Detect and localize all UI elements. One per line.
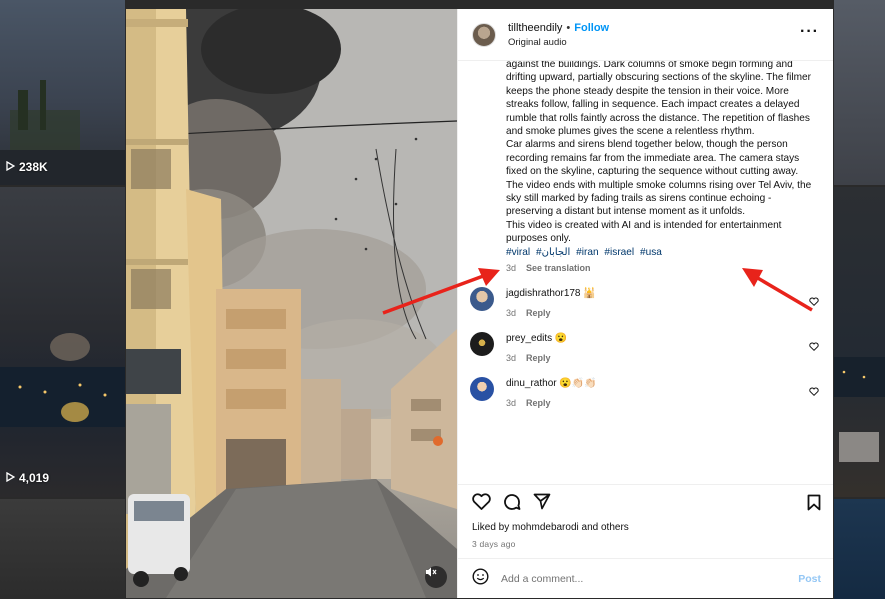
- post-date: 3 days ago: [472, 539, 516, 549]
- feed-thumbnail[interactable]: 4,019: [0, 187, 125, 497]
- comment-username[interactable]: prey_edits 😮: [506, 333, 567, 344]
- avatar[interactable]: [470, 331, 494, 356]
- like-heart-icon[interactable]: [472, 493, 491, 515]
- bookmark-icon[interactable]: [807, 494, 821, 516]
- comment-username[interactable]: jagdishrathor178 🕌: [506, 288, 596, 299]
- comment-item: jagdishrathor178 🕌 3d Reply: [470, 286, 819, 318]
- hashtag-link[interactable]: #iran: [576, 247, 598, 258]
- post-caption: against the buildings. Dark columns of s…: [506, 61, 819, 246]
- post-details-panel: tilltheendily • Follow Original audio ··…: [457, 9, 833, 598]
- hashtag-link[interactable]: #الجابان: [536, 247, 570, 258]
- feed-thumbnail[interactable]: [0, 499, 125, 599]
- comment-input[interactable]: [501, 572, 799, 585]
- view-count: 4,019: [6, 471, 49, 485]
- feed-thumbnail[interactable]: 238K: [0, 0, 125, 185]
- hashtag-link[interactable]: #israel: [604, 247, 634, 258]
- post-comment-button[interactable]: Post: [798, 573, 821, 585]
- add-comment-bar: Post: [458, 558, 833, 598]
- liked-by: Liked by mohmdebarodi and others: [472, 522, 819, 533]
- emoji-icon[interactable]: [472, 567, 489, 590]
- see-translation-link[interactable]: See translation: [526, 263, 591, 273]
- view-count-value: 4,019: [19, 471, 50, 485]
- mute-toggle[interactable]: [425, 566, 447, 588]
- liked-by-suffix: and others: [578, 522, 629, 533]
- liked-by-prefix: Liked by: [472, 522, 513, 533]
- comment-username[interactable]: dinu_rathor 😮👏🏻👏🏻: [506, 378, 597, 389]
- comments-scroll-area[interactable]: against the buildings. Dark columns of s…: [458, 61, 833, 484]
- feed-thumbnail[interactable]: [834, 0, 885, 185]
- audio-link[interactable]: Original audio: [508, 37, 609, 48]
- heart-icon[interactable]: [809, 383, 819, 401]
- share-send-icon[interactable]: [533, 493, 551, 515]
- caption-age: 3d: [506, 262, 517, 273]
- reply-button[interactable]: Reply: [526, 398, 551, 408]
- post-modal: tilltheendily • Follow Original audio ··…: [126, 9, 833, 598]
- avatar[interactable]: [472, 22, 496, 47]
- hashtag-link[interactable]: #viral: [506, 247, 530, 258]
- post-header: tilltheendily • Follow Original audio ··…: [458, 9, 833, 61]
- comment-item: dinu_rathor 😮👏🏻👏🏻 3d Reply: [470, 376, 819, 408]
- hashtags: #viral #الجابان #iran #israel #usa: [506, 246, 819, 259]
- view-count-value: 238K: [19, 160, 48, 174]
- comment-age: 3d: [506, 397, 517, 408]
- play-icon: [6, 471, 16, 485]
- comment-age: 3d: [506, 307, 517, 318]
- caption-meta: 3d See translation: [506, 263, 819, 273]
- heart-icon[interactable]: [809, 293, 819, 311]
- view-count: 238K: [6, 160, 48, 174]
- action-bar: Liked by mohmdebarodi and others 3 days …: [458, 484, 833, 558]
- avatar[interactable]: [470, 286, 494, 311]
- reply-button[interactable]: Reply: [526, 353, 551, 363]
- caption-paragraph: against the buildings. Dark columns of s…: [506, 61, 812, 138]
- caption-paragraph: Car alarms and sirens blend together bel…: [506, 139, 800, 178]
- liked-by-user-link[interactable]: mohmdebarodi: [512, 522, 579, 533]
- follow-button[interactable]: Follow: [574, 22, 609, 34]
- comment-item: prey_edits 😮 3d Reply: [470, 331, 819, 363]
- play-icon: [6, 160, 16, 174]
- comment-bubble-icon[interactable]: [503, 493, 521, 516]
- feed-thumbnail[interactable]: [834, 187, 885, 497]
- reply-button[interactable]: Reply: [526, 308, 551, 318]
- caption-paragraph: The video ends with multiple smoke colum…: [506, 179, 812, 218]
- video-player[interactable]: [126, 9, 457, 598]
- heart-icon[interactable]: [809, 338, 819, 356]
- feed-thumbnail[interactable]: [834, 499, 885, 599]
- hashtag-link[interactable]: #usa: [640, 247, 662, 258]
- comment-age: 3d: [506, 352, 517, 363]
- more-options-icon[interactable]: ···: [800, 24, 819, 40]
- author-username[interactable]: tilltheendily: [508, 22, 562, 34]
- separator-dot: •: [566, 21, 571, 34]
- caption-paragraph: This video is created with AI and is int…: [506, 219, 782, 245]
- avatar[interactable]: [470, 376, 494, 401]
